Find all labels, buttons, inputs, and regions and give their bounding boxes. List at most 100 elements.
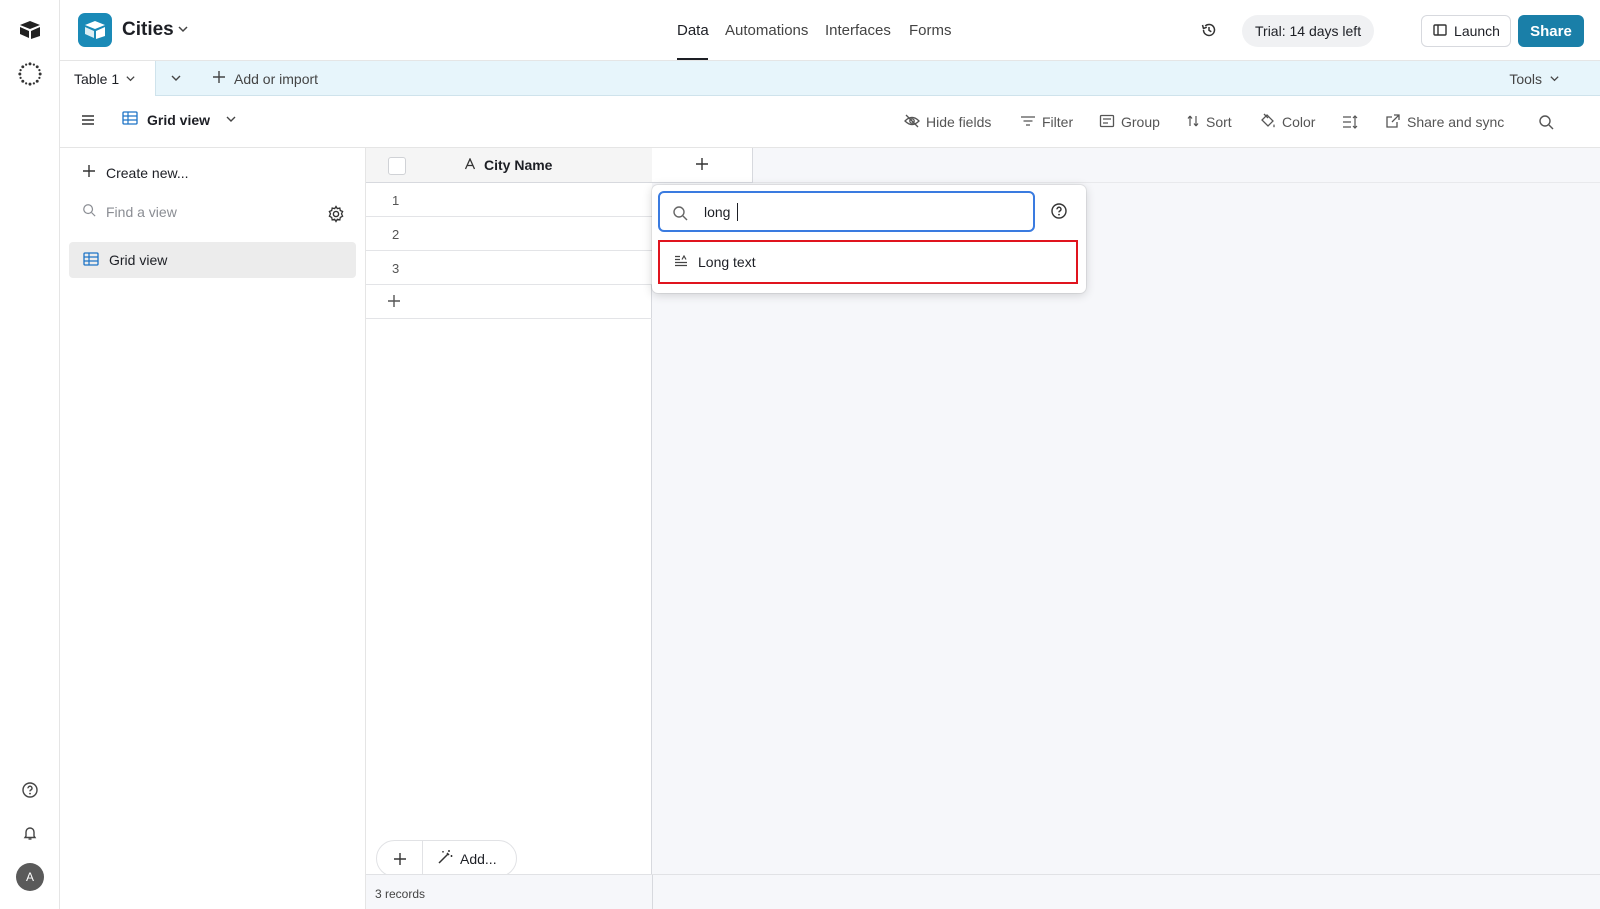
plus-icon	[387, 294, 401, 311]
table-tab-label: Table 1	[74, 70, 120, 87]
add-row-button[interactable]	[366, 285, 652, 319]
row-number: 3	[392, 261, 400, 276]
sidebar-item-label: Grid view	[109, 252, 168, 268]
avatar-initial: A	[25, 870, 34, 884]
avatar[interactable]: A	[16, 863, 44, 891]
filter-label: Filter	[1042, 114, 1074, 130]
add-or-import-label: Add or import	[234, 70, 319, 87]
row-height-icon[interactable]	[1342, 96, 1358, 148]
tab-data[interactable]: Data	[677, 22, 709, 39]
text-caret	[737, 203, 738, 221]
find-view-search[interactable]: Find a view	[82, 203, 352, 220]
search-icon	[672, 205, 688, 224]
table-tab-bar: Table 1 Add or import Tools	[60, 61, 1600, 96]
search-icon	[82, 203, 96, 220]
create-new-view-button[interactable]: Create new...	[82, 164, 189, 181]
tools-menu[interactable]: Tools	[1509, 61, 1560, 96]
help-icon[interactable]	[18, 778, 42, 802]
launch-button[interactable]: Launch	[1421, 15, 1511, 47]
chevron-down-icon	[225, 112, 237, 128]
color-button[interactable]: Color	[1260, 96, 1315, 148]
create-new-label: Create new...	[106, 164, 189, 181]
filter-button[interactable]: Filter	[1020, 96, 1073, 148]
field-type-option-long-text[interactable]: Long text	[658, 240, 1078, 284]
bell-icon[interactable]	[18, 821, 42, 845]
column-header-label: City Name	[484, 157, 553, 173]
sort-label: Sort	[1206, 114, 1232, 130]
table-row[interactable]: 1	[366, 183, 652, 217]
top-bar: Cities Data Automations Interfaces Forms…	[60, 0, 1600, 61]
active-tab-indicator	[677, 58, 708, 60]
text-field-icon	[464, 157, 476, 173]
left-rail: A	[0, 0, 60, 909]
hamburger-icon[interactable]	[80, 112, 96, 131]
plus-icon	[82, 164, 96, 181]
omni-icon[interactable]	[18, 62, 42, 86]
chevron-down-icon	[125, 71, 136, 87]
row-number: 2	[392, 227, 400, 242]
tab-interfaces[interactable]: Interfaces	[825, 22, 891, 39]
launch-icon	[1432, 22, 1448, 41]
add-label: Add...	[460, 850, 497, 867]
base-logo-icon[interactable]	[78, 13, 112, 47]
add-with-ai-button[interactable]: Add...	[423, 849, 497, 868]
gear-icon[interactable]	[327, 205, 345, 226]
add-record-button[interactable]	[377, 840, 423, 877]
search-icon[interactable]	[1538, 96, 1554, 148]
view-name: Grid view	[147, 111, 211, 128]
plus-icon	[212, 70, 226, 87]
eye-off-icon	[904, 114, 920, 131]
table-row[interactable]: 2	[366, 217, 652, 251]
tab-automations[interactable]: Automations	[725, 22, 808, 39]
bottom-actions: Add...	[376, 840, 517, 877]
chevron-down-icon[interactable]	[177, 22, 189, 38]
field-type-search[interactable]	[658, 191, 1035, 232]
view-switcher[interactable]: Grid view	[122, 111, 237, 128]
hide-fields-button[interactable]: Hide fields	[904, 96, 991, 148]
tools-label: Tools	[1509, 70, 1542, 87]
hide-fields-label: Hide fields	[926, 114, 992, 130]
select-all-checkbox[interactable]	[388, 157, 406, 175]
share-and-sync-button[interactable]: Share and sync	[1385, 96, 1504, 148]
share-button[interactable]: Share	[1518, 15, 1584, 47]
column-header-row: City Name	[366, 148, 652, 183]
option-label: Long text	[698, 254, 756, 270]
add-field-button[interactable]	[652, 148, 753, 183]
all-tables-chevron-icon[interactable]	[170, 71, 182, 87]
long-text-icon	[674, 254, 688, 270]
field-type-popup: Long text	[652, 185, 1086, 293]
row-number: 1	[392, 193, 400, 208]
share-and-sync-label: Share and sync	[1407, 114, 1505, 130]
sidebar-item-grid-view[interactable]: Grid view	[69, 242, 356, 278]
tab-table-1[interactable]: Table 1	[60, 61, 156, 96]
column-header-city-name[interactable]: City Name	[464, 157, 552, 173]
record-count: 3 records	[375, 887, 426, 901]
add-or-import-button[interactable]: Add or import	[212, 61, 318, 96]
sort-icon	[1186, 114, 1200, 131]
trial-badge[interactable]: Trial: 14 days left	[1242, 15, 1375, 47]
find-view-placeholder: Find a view	[106, 203, 177, 220]
views-sidebar: Create new... Find a view Grid view	[60, 148, 366, 909]
color-icon	[1260, 113, 1276, 132]
history-icon[interactable]	[1199, 20, 1219, 43]
help-icon[interactable]	[1051, 203, 1067, 222]
color-label: Color	[1282, 114, 1316, 130]
tab-forms[interactable]: Forms	[909, 22, 952, 39]
share-sync-icon	[1385, 113, 1401, 132]
grid-primary-pane: City Name 1 2 3	[366, 148, 652, 909]
grid-icon	[122, 111, 138, 128]
field-type-search-input[interactable]	[704, 202, 1004, 222]
base-name[interactable]: Cities	[122, 19, 174, 41]
header-empty-area	[753, 148, 1600, 183]
plus-icon	[393, 852, 406, 865]
view-toolbar: Grid view Hide fields Filter Group Sort …	[60, 96, 1600, 148]
group-button[interactable]: Group	[1099, 96, 1160, 148]
airtable-logo-icon[interactable]	[18, 18, 42, 42]
sort-button[interactable]: Sort	[1186, 96, 1232, 148]
filter-icon	[1020, 114, 1036, 131]
footer-divider	[652, 875, 653, 909]
table-row[interactable]: 3	[366, 251, 652, 285]
chevron-down-icon	[1549, 71, 1560, 87]
summary-footer: 3 records	[366, 874, 1600, 909]
group-label: Group	[1121, 114, 1160, 130]
